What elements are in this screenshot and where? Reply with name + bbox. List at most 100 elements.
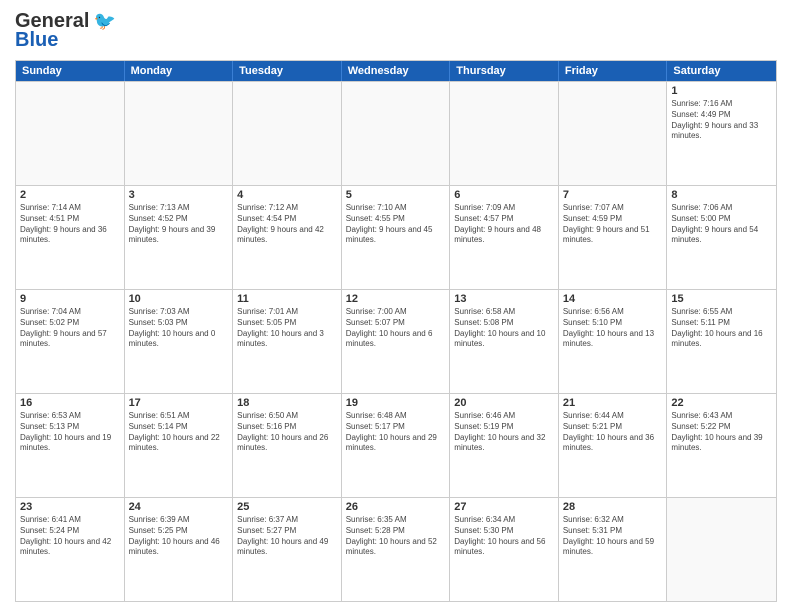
page: General 🐦 Blue Sunday Monday Tuesday Wed… — [0, 0, 792, 612]
day-info-25: Sunrise: 6:37 AM Sunset: 5:27 PM Dayligh… — [237, 515, 337, 558]
day-info-17: Sunrise: 6:51 AM Sunset: 5:14 PM Dayligh… — [129, 411, 229, 454]
day-4: 4 Sunrise: 7:12 AM Sunset: 4:54 PM Daylig… — [233, 186, 342, 289]
day-number-24: 24 — [129, 501, 229, 513]
week-5: 23 Sunrise: 6:41 AM Sunset: 5:24 PM Dayli… — [16, 497, 776, 601]
day-number-25: 25 — [237, 501, 337, 513]
day-info-6: Sunrise: 7:09 AM Sunset: 4:57 PM Dayligh… — [454, 203, 554, 246]
day-11: 11 Sunrise: 7:01 AM Sunset: 5:05 PM Dayli… — [233, 290, 342, 393]
day-number-3: 3 — [129, 189, 229, 201]
day-number-22: 22 — [671, 397, 772, 409]
day-info-26: Sunrise: 6:35 AM Sunset: 5:28 PM Dayligh… — [346, 515, 446, 558]
empty-cell — [233, 82, 342, 185]
day-number-6: 6 — [454, 189, 554, 201]
day-info-2: Sunrise: 7:14 AM Sunset: 4:51 PM Dayligh… — [20, 203, 120, 246]
day-info-24: Sunrise: 6:39 AM Sunset: 5:25 PM Dayligh… — [129, 515, 229, 558]
day-19: 19 Sunrise: 6:48 AM Sunset: 5:17 PM Dayli… — [342, 394, 451, 497]
day-info-21: Sunrise: 6:44 AM Sunset: 5:21 PM Dayligh… — [563, 411, 663, 454]
day-info-15: Sunrise: 6:55 AM Sunset: 5:11 PM Dayligh… — [671, 307, 772, 350]
day-number-19: 19 — [346, 397, 446, 409]
header-wednesday: Wednesday — [342, 61, 451, 81]
header-saturday: Saturday — [667, 61, 776, 81]
bird-icon: 🐦 — [93, 11, 115, 32]
day-info-7: Sunrise: 7:07 AM Sunset: 4:59 PM Dayligh… — [563, 203, 663, 246]
day-number-28: 28 — [563, 501, 663, 513]
day-number-26: 26 — [346, 501, 446, 513]
day-5: 5 Sunrise: 7:10 AM Sunset: 4:55 PM Daylig… — [342, 186, 451, 289]
day-number-4: 4 — [237, 189, 337, 201]
day-26: 26 Sunrise: 6:35 AM Sunset: 5:28 PM Dayli… — [342, 498, 451, 601]
day-18: 18 Sunrise: 6:50 AM Sunset: 5:16 PM Dayli… — [233, 394, 342, 497]
header-tuesday: Tuesday — [233, 61, 342, 81]
day-21: 21 Sunrise: 6:44 AM Sunset: 5:21 PM Dayli… — [559, 394, 668, 497]
day-number-17: 17 — [129, 397, 229, 409]
header-monday: Monday — [125, 61, 234, 81]
day-info-23: Sunrise: 6:41 AM Sunset: 5:24 PM Dayligh… — [20, 515, 120, 558]
day-22: 22 Sunrise: 6:43 AM Sunset: 5:22 PM Dayli… — [667, 394, 776, 497]
day-info-16: Sunrise: 6:53 AM Sunset: 5:13 PM Dayligh… — [20, 411, 120, 454]
day-20: 20Sunrise: 6:46 AM Sunset: 5:19 PM Dayli… — [450, 394, 559, 497]
day-7: 7 Sunrise: 7:07 AM Sunset: 4:59 PM Daylig… — [559, 186, 668, 289]
day-8: 8 Sunrise: 7:06 AM Sunset: 5:00 PM Daylig… — [667, 186, 776, 289]
day-info-14: Sunrise: 6:56 AM Sunset: 5:10 PM Dayligh… — [563, 307, 663, 350]
week-1: 1Sunrise: 7:16 AM Sunset: 4:49 PM Daylig… — [16, 81, 776, 185]
day-number-11: 11 — [237, 293, 337, 305]
header-friday: Friday — [559, 61, 668, 81]
day-number-12: 12 — [346, 293, 446, 305]
day-6: 6 Sunrise: 7:09 AM Sunset: 4:57 PM Daylig… — [450, 186, 559, 289]
day-23: 23 Sunrise: 6:41 AM Sunset: 5:24 PM Dayli… — [16, 498, 125, 601]
empty-cell — [667, 498, 776, 601]
day-14: 14 Sunrise: 6:56 AM Sunset: 5:10 PM Dayli… — [559, 290, 668, 393]
week-2: 2 Sunrise: 7:14 AM Sunset: 4:51 PM Daylig… — [16, 185, 776, 289]
day-info-8: Sunrise: 7:06 AM Sunset: 5:00 PM Dayligh… — [671, 203, 772, 246]
day-info-22: Sunrise: 6:43 AM Sunset: 5:22 PM Dayligh… — [671, 411, 772, 454]
day-info-10: Sunrise: 7:03 AM Sunset: 5:03 PM Dayligh… — [129, 307, 229, 350]
header: General 🐦 Blue — [15, 10, 777, 52]
day-13: 13 Sunrise: 6:58 AM Sunset: 5:08 PM Dayli… — [450, 290, 559, 393]
week-4: 16 Sunrise: 6:53 AM Sunset: 5:13 PM Dayli… — [16, 393, 776, 497]
day-number-5: 5 — [346, 189, 446, 201]
day-number-2: 2 — [20, 189, 120, 201]
empty-cell — [125, 82, 234, 185]
day-number-13: 13 — [454, 293, 554, 305]
day-number-14: 14 — [563, 293, 663, 305]
day-number-16: 16 — [20, 397, 120, 409]
day-1: 1Sunrise: 7:16 AM Sunset: 4:49 PM Daylig… — [667, 82, 776, 185]
day-number-18: 18 — [237, 397, 337, 409]
day-27: 27 Sunrise: 6:34 AM Sunset: 5:30 PM Dayli… — [450, 498, 559, 601]
day-number-8: 8 — [671, 189, 772, 201]
day-9: 9 Sunrise: 7:04 AM Sunset: 5:02 PM Daylig… — [16, 290, 125, 393]
calendar: Sunday Monday Tuesday Wednesday Thursday… — [15, 60, 777, 602]
day-info-28: Sunrise: 6:32 AM Sunset: 5:31 PM Dayligh… — [563, 515, 663, 558]
day-24: 24 Sunrise: 6:39 AM Sunset: 5:25 PM Dayli… — [125, 498, 234, 601]
day-3: 3 Sunrise: 7:13 AM Sunset: 4:52 PM Daylig… — [125, 186, 234, 289]
day-info-5: Sunrise: 7:10 AM Sunset: 4:55 PM Dayligh… — [346, 203, 446, 246]
day-info-3: Sunrise: 7:13 AM Sunset: 4:52 PM Dayligh… — [129, 203, 229, 246]
empty-cell — [342, 82, 451, 185]
day-info-9: Sunrise: 7:04 AM Sunset: 5:02 PM Dayligh… — [20, 307, 120, 350]
day-info-27: Sunrise: 6:34 AM Sunset: 5:30 PM Dayligh… — [454, 515, 554, 558]
empty-cell — [450, 82, 559, 185]
day-info-18: Sunrise: 6:50 AM Sunset: 5:16 PM Dayligh… — [237, 411, 337, 454]
week-3: 9 Sunrise: 7:04 AM Sunset: 5:02 PM Daylig… — [16, 289, 776, 393]
day-10: 10 Sunrise: 7:03 AM Sunset: 5:03 PM Dayli… — [125, 290, 234, 393]
day-number-15: 15 — [671, 293, 772, 305]
day-25: 25 Sunrise: 6:37 AM Sunset: 5:27 PM Dayli… — [233, 498, 342, 601]
empty-cell — [16, 82, 125, 185]
empty-cell — [559, 82, 668, 185]
day-number-7: 7 — [563, 189, 663, 201]
day-info-12: Sunrise: 7:00 AM Sunset: 5:07 PM Dayligh… — [346, 307, 446, 350]
day-info-11: Sunrise: 7:01 AM Sunset: 5:05 PM Dayligh… — [237, 307, 337, 350]
day-info-19: Sunrise: 6:48 AM Sunset: 5:17 PM Dayligh… — [346, 411, 446, 454]
day-28: 28 Sunrise: 6:32 AM Sunset: 5:31 PM Dayli… — [559, 498, 668, 601]
day-info-20: Sunrise: 6:46 AM Sunset: 5:19 PM Dayligh… — [454, 411, 554, 454]
day-number-9: 9 — [20, 293, 120, 305]
day-number-21: 21 — [563, 397, 663, 409]
day-number-27: 27 — [454, 501, 554, 513]
day-number-23: 23 — [20, 501, 120, 513]
day-info-13: Sunrise: 6:58 AM Sunset: 5:08 PM Dayligh… — [454, 307, 554, 350]
day-16: 16 Sunrise: 6:53 AM Sunset: 5:13 PM Dayli… — [16, 394, 125, 497]
day-info-4: Sunrise: 7:12 AM Sunset: 4:54 PM Dayligh… — [237, 203, 337, 246]
day-15: 15 Sunrise: 6:55 AM Sunset: 5:11 PM Dayli… — [667, 290, 776, 393]
day-number-10: 10 — [129, 293, 229, 305]
header-thursday: Thursday — [450, 61, 559, 81]
